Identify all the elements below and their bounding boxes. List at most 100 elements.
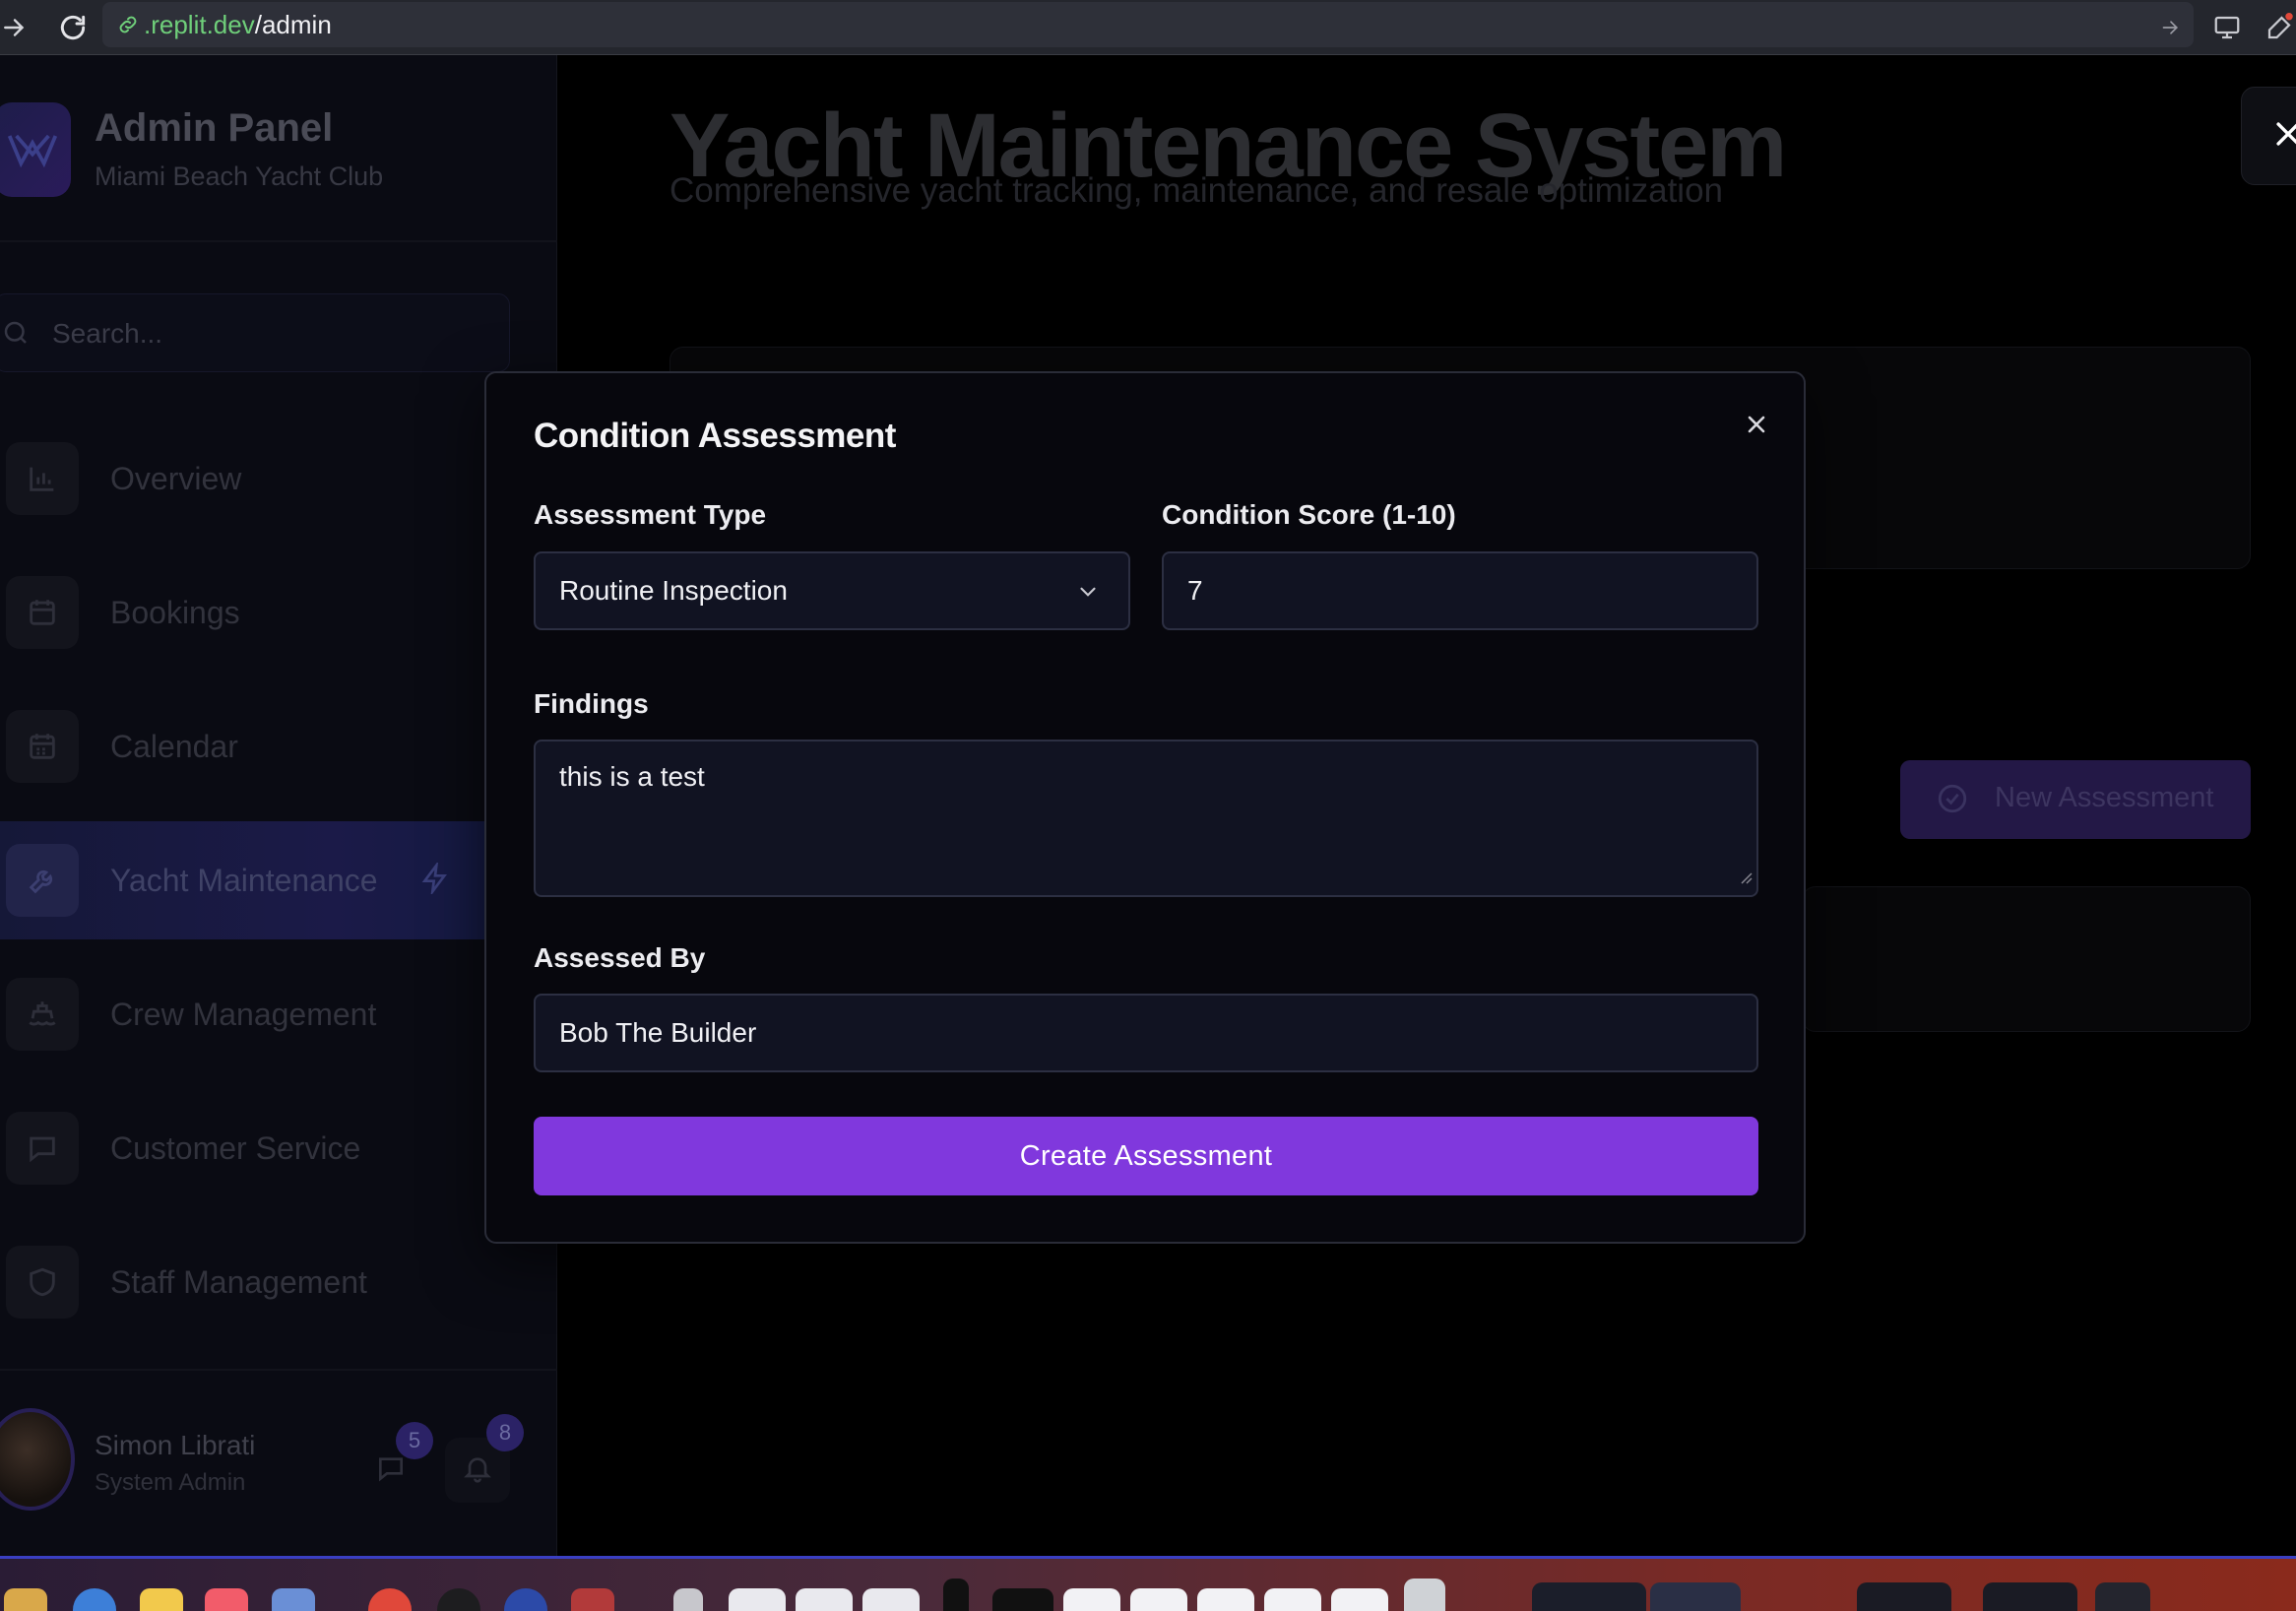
ship-icon [6, 978, 79, 1051]
assessed-by-value: Bob The Builder [559, 1017, 757, 1048]
trash-icon[interactable] [1404, 1579, 1445, 1611]
app-icon[interactable] [1197, 1588, 1254, 1611]
condition-assessment-dialog: Condition Assessment Assessment Type Rou… [484, 371, 1806, 1244]
sidebar-item-label: Staff Management [110, 1263, 367, 1300]
create-assessment-button[interactable]: Create Assessment [534, 1117, 1758, 1195]
notifications-count-badge: 8 [486, 1414, 524, 1451]
app-icon[interactable] [1130, 1588, 1187, 1611]
monitor-icon[interactable] [2209, 0, 2245, 55]
chevron-down-icon [1075, 579, 1101, 612]
avatar[interactable] [0, 1408, 75, 1511]
findings-textarea[interactable]: this is a test [534, 740, 1758, 897]
sidebar-item-label: Customer Service [110, 1129, 361, 1166]
brand-title: Admin Panel [95, 106, 334, 150]
user-name: Simon Librati [95, 1430, 256, 1460]
window-thumbnail[interactable] [1983, 1582, 2077, 1611]
sidebar-item-label: Overview [110, 460, 242, 496]
sidebar-item-overview[interactable]: Overview [0, 419, 557, 538]
messages-count-badge: 5 [396, 1422, 433, 1459]
chat-icon [6, 1112, 79, 1185]
assessed-by-label: Assessed By [534, 942, 706, 973]
screen: .replit.dev/admin Admin Panel Miami Beac… [0, 0, 2296, 1611]
sidebar-item-yacht-maintenance[interactable]: Yacht Maintenance [0, 821, 557, 939]
app-icon[interactable] [729, 1588, 786, 1611]
sidebar-item-label: Bookings [110, 594, 240, 630]
sidebar-search-input[interactable]: Search... [0, 293, 510, 372]
go-arrow-icon[interactable] [2156, 0, 2186, 55]
app-icon[interactable] [571, 1588, 614, 1611]
app-icon[interactable] [796, 1588, 853, 1611]
sidebar-item-bookings[interactable]: Bookings [0, 553, 557, 672]
close-panel-button[interactable] [2241, 87, 2296, 185]
assessment-type-value: Routine Inspection [559, 575, 788, 606]
app-icon[interactable] [437, 1588, 480, 1611]
bell-icon [462, 1452, 493, 1489]
app-icon[interactable] [1063, 1588, 1120, 1611]
page-subtitle: Comprehensive yacht tracking, maintenanc… [670, 171, 1724, 210]
window-thumbnail[interactable] [1857, 1582, 1951, 1611]
app-icon[interactable] [943, 1579, 969, 1611]
assessment-type-label: Assessment Type [534, 499, 767, 530]
calendar-icon [6, 576, 79, 649]
forward-arrow-icon[interactable] [0, 0, 30, 55]
lightning-icon [419, 860, 451, 899]
reload-icon[interactable] [53, 0, 93, 55]
findings-label: Findings [534, 688, 649, 719]
sidebar: Admin Panel Miami Beach Yacht Club Searc… [0, 55, 557, 1556]
sidebar-item-customer-service[interactable]: Customer Service [0, 1089, 557, 1207]
findings-value: this is a test [559, 761, 705, 792]
condition-score-input[interactable]: 7 [1162, 551, 1758, 630]
message-icon [375, 1452, 407, 1489]
bar-chart-icon [6, 442, 79, 515]
wrench-icon [6, 844, 79, 917]
search-placeholder: Search... [52, 318, 163, 349]
link-icon [116, 13, 140, 36]
address-bar[interactable]: .replit.dev/admin [102, 2, 2194, 47]
calendar-grid-icon [6, 710, 79, 783]
shield-icon [6, 1246, 79, 1319]
condition-score-label: Condition Score (1-10) [1162, 499, 1456, 530]
dialog-title: Condition Assessment [534, 417, 896, 455]
app-icon[interactable] [272, 1588, 315, 1611]
assessment-type-select[interactable]: Routine Inspection [534, 551, 1130, 630]
dialog-close-button[interactable] [1739, 409, 1774, 444]
close-icon [2271, 117, 2296, 156]
window-thumbnail[interactable] [2095, 1582, 2150, 1611]
app-icon[interactable] [1331, 1588, 1388, 1611]
search-icon [1, 318, 31, 353]
app-icon[interactable] [205, 1588, 248, 1611]
sidebar-item-label: Crew Management [110, 996, 377, 1032]
condition-score-value: 7 [1187, 575, 1203, 606]
user-role: System Admin [95, 1469, 246, 1496]
check-circle-icon [1936, 782, 1969, 820]
sidebar-item-calendar[interactable]: Calendar [0, 687, 557, 806]
divider [0, 240, 557, 242]
app-icon[interactable] [368, 1588, 412, 1611]
sidebar-item-crew-management[interactable]: Crew Management [0, 955, 557, 1073]
app-icon[interactable] [73, 1588, 116, 1611]
devtools-icon[interactable] [2263, 0, 2296, 55]
app-icon[interactable] [862, 1588, 920, 1611]
resize-handle-icon[interactable] [1737, 860, 1753, 891]
sidebar-item-staff-management[interactable]: Staff Management [0, 1223, 557, 1341]
content-card [1802, 886, 2251, 1032]
window-thumbnail[interactable] [1532, 1582, 1646, 1611]
app-icon[interactable] [4, 1588, 47, 1611]
brand-subtitle: Miami Beach Yacht Club [95, 161, 384, 191]
browser-toolbar: .replit.dev/admin [0, 0, 2296, 55]
close-icon [1743, 411, 1770, 443]
brand-logo-icon [0, 102, 71, 197]
url-host: .replit.dev [144, 9, 255, 39]
url-path: /admin [254, 9, 332, 39]
app-icon[interactable] [673, 1588, 703, 1611]
app-icon[interactable] [140, 1588, 183, 1611]
user-profile: Simon Librati System Admin 5 8 [0, 1355, 557, 1556]
app-icon[interactable] [504, 1588, 547, 1611]
window-thumbnail[interactable] [1650, 1582, 1741, 1611]
app-icon[interactable] [1264, 1588, 1321, 1611]
new-assessment-label: New Assessment [1995, 782, 2214, 813]
taskbar-dock [0, 1556, 2296, 1611]
app-icon[interactable] [992, 1588, 1053, 1611]
assessed-by-input[interactable]: Bob The Builder [534, 994, 1758, 1072]
new-assessment-button[interactable]: New Assessment [1900, 760, 2251, 839]
